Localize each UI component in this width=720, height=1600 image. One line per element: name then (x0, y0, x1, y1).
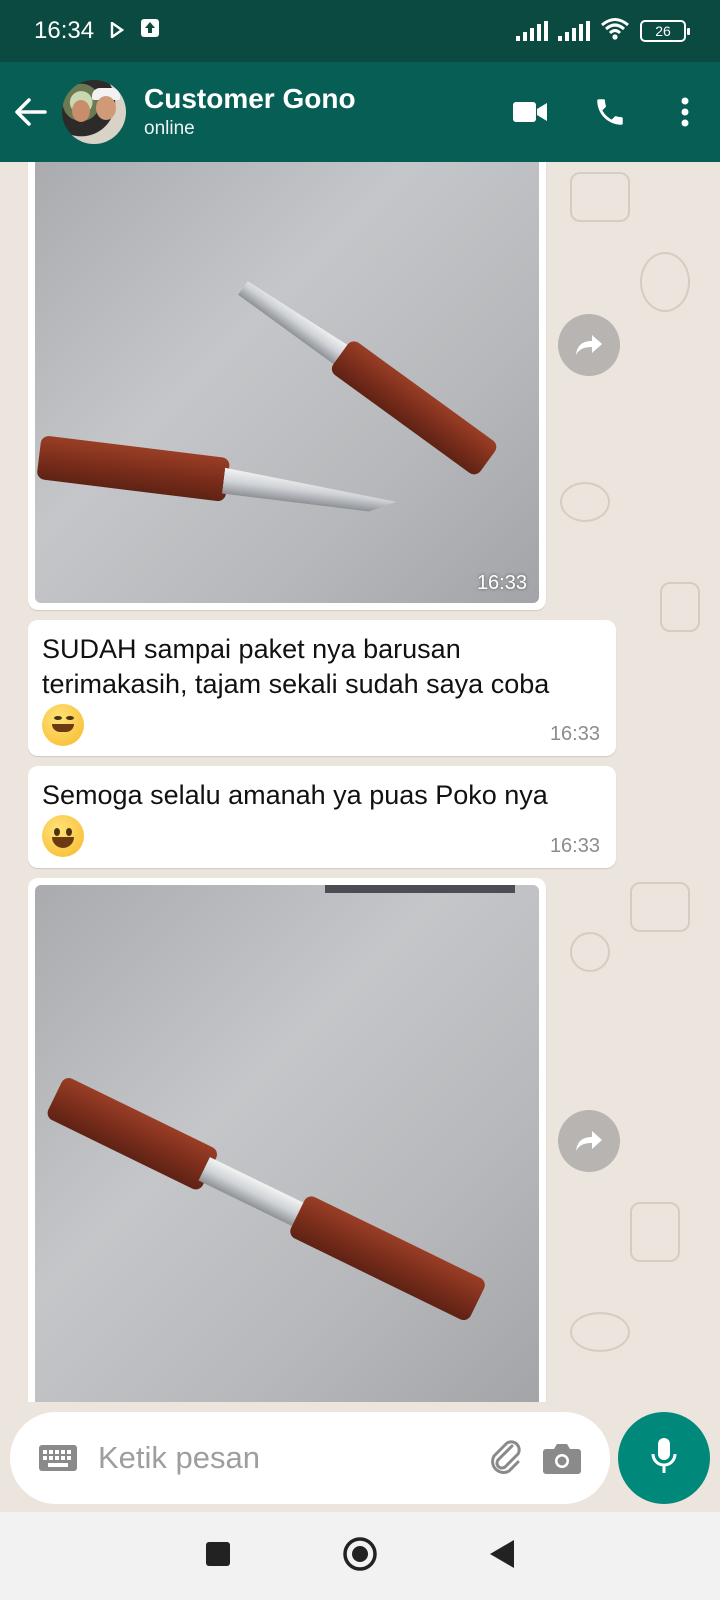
wallpaper-doodle (660, 582, 700, 632)
wallpaper-doodle (640, 252, 690, 312)
chat-header: Customer Gono online (0, 62, 720, 162)
message-text: SUDAH sampai paket nya barusan terimakas… (42, 634, 550, 699)
signal-icon (516, 21, 548, 41)
wallpaper-doodle (560, 482, 610, 522)
mic-button[interactable] (618, 1412, 710, 1504)
knife-image (233, 269, 500, 478)
upload-icon (140, 17, 160, 45)
knife-photo[interactable]: 16:33 (35, 162, 539, 603)
recents-square-icon[interactable] (204, 1540, 232, 1573)
wallpaper-doodle (570, 932, 610, 972)
phone-icon[interactable] (570, 62, 650, 162)
contact-name: Customer Gono (144, 83, 356, 114)
wallpaper-doodle (570, 1312, 630, 1352)
knife-photo[interactable] (35, 885, 539, 1402)
message-time: 16:33 (476, 572, 527, 594)
battery-icon: 26 (640, 20, 690, 42)
text-message[interactable]: SUDAH sampai paket nya barusan terimakas… (28, 620, 616, 756)
hugging-face-emoji (42, 704, 84, 746)
back-arrow-icon[interactable] (0, 62, 62, 162)
wallpaper-doodle (570, 172, 630, 222)
battery-level: 26 (655, 23, 671, 39)
system-nav-bar (0, 1512, 720, 1600)
camera-icon[interactable] (534, 1430, 590, 1486)
message-time: 16:33 (549, 835, 600, 857)
wallpaper-doodle (630, 1202, 680, 1262)
photo-object (325, 885, 515, 893)
mic-icon (649, 1436, 679, 1481)
message-input[interactable]: Ketik pesan (98, 1440, 478, 1476)
message-time: 16:33 (549, 723, 600, 745)
image-message[interactable] (28, 878, 546, 1402)
signal-icon (558, 21, 590, 41)
chat-area[interactable]: 16:33 SUDAH sampai paket nya barusan ter… (0, 162, 720, 1402)
home-circle-icon[interactable] (342, 1536, 378, 1577)
video-call-icon[interactable] (490, 62, 570, 162)
status-time: 16:34 (34, 17, 95, 44)
message-input-bar[interactable]: Ketik pesan (10, 1412, 610, 1504)
contact-status: online (144, 118, 195, 139)
more-vert-icon[interactable] (650, 62, 720, 162)
keyboard-icon[interactable] (30, 1430, 86, 1486)
avatar[interactable] (62, 80, 126, 144)
message-text: Semoga selalu amanah ya puas Poko nya (42, 780, 548, 810)
forward-icon[interactable] (558, 314, 620, 376)
contact-title[interactable]: Customer Gono online (144, 82, 490, 142)
image-message[interactable]: 16:33 (28, 162, 546, 610)
status-bar: 16:34 26 (0, 0, 720, 62)
play-icon (110, 17, 125, 45)
knife-image (44, 1075, 488, 1323)
grinning-face-emoji (42, 815, 84, 857)
attach-icon[interactable] (478, 1430, 534, 1486)
back-triangle-icon[interactable] (488, 1538, 516, 1575)
wifi-icon (600, 17, 630, 46)
wallpaper-doodle (630, 882, 690, 932)
forward-icon[interactable] (558, 1110, 620, 1172)
text-message[interactable]: Semoga selalu amanah ya puas Poko nya 16… (28, 766, 616, 868)
knife-image (36, 435, 399, 523)
